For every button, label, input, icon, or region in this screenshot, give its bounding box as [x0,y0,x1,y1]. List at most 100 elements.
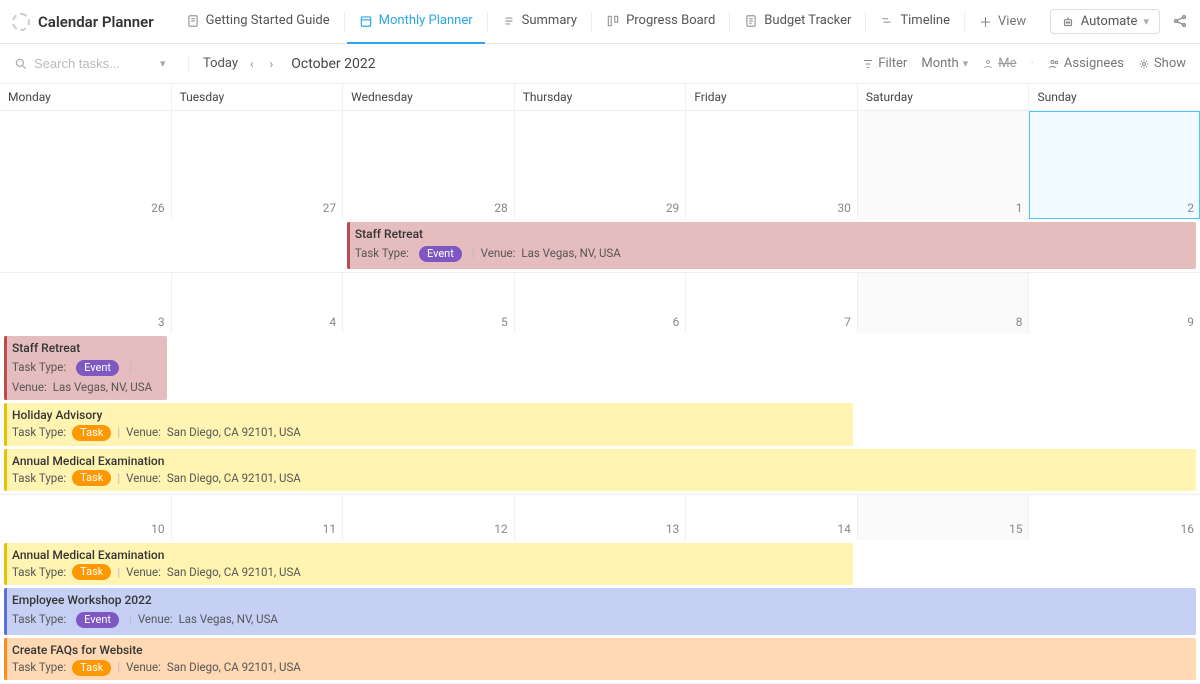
venue-label: Venue: [126,470,161,487]
tab-getting-started[interactable]: Getting Started Guide [174,0,342,44]
task-type-pill: Event [76,612,119,628]
day-cell[interactable]: 28 [343,111,515,219]
venue-value: Las Vegas, NV, USA [53,379,152,396]
day-header-row: Monday Tuesday Wednesday Thursday Friday… [0,84,1200,111]
automate-button[interactable]: Automate ▾ [1050,9,1160,34]
tab-label: Getting Started Guide [206,13,330,28]
day-cell-today[interactable]: 2 [1029,111,1200,219]
day-cell[interactable]: 26 [0,111,172,219]
app-title: Calendar Planner [38,13,154,31]
day-cell[interactable]: 7 [686,273,858,333]
calendar-icon [359,14,373,28]
calendar-week: 3 4 5 6 7 8 9 Staff Retreat Task Type: E… [0,273,1200,495]
tab-summary[interactable]: Summary [490,0,589,44]
tab-label: Timeline [900,13,950,28]
add-view-button[interactable]: ＋ View [967,12,1038,31]
day-header: Tuesday [172,84,344,110]
task-type-label: Task Type: [12,564,66,581]
day-cell[interactable]: 4 [172,273,344,333]
tab-separator [487,12,488,32]
meta-separator: | [117,564,120,581]
day-header: Saturday [858,84,1030,110]
day-cell[interactable]: 5 [343,273,515,333]
tab-separator [729,12,730,32]
chevron-down-icon[interactable]: ▾ [160,57,166,70]
event-title: Staff Retreat [12,341,80,355]
board-icon [606,14,620,28]
sheet-icon [744,14,758,28]
event-annual-medical[interactable]: Annual Medical Examination Task Type: Ta… [4,543,853,585]
me-filter-button[interactable]: Me [982,56,1016,71]
event-staff-retreat[interactable]: Staff Retreat Task Type: Event | Venue: … [4,336,167,400]
day-number: 28 [494,201,508,215]
day-number: 4 [329,315,336,329]
timeline-icon [880,14,894,28]
meta-separator: | [117,424,120,441]
event-staff-retreat[interactable]: Staff Retreat Task Type: Event | Venue: … [347,222,1196,269]
show-label: Show [1154,56,1186,71]
doc-icon [186,14,200,28]
day-cell[interactable]: 14 [686,495,858,540]
day-number: 6 [673,315,680,329]
month-dropdown[interactable]: Month ▾ [921,56,968,71]
day-cell[interactable]: 15 [858,495,1030,540]
app-logo-icon [12,13,30,31]
day-cell[interactable]: 3 [0,273,172,333]
current-month-label: October 2022 [291,56,375,72]
day-cell[interactable]: 9 [1029,273,1200,333]
calendar-week: 26 27 28 29 30 1 2 Staff Retreat Task Ty… [0,111,1200,273]
event-create-faqs[interactable]: Create FAQs for Website Task Type: Task … [4,638,1196,680]
next-month-button[interactable]: › [266,57,278,71]
tab-budget-tracker[interactable]: Budget Tracker [732,0,863,44]
calendar-week: 10 11 12 13 14 15 16 Annual Medical Exam… [0,495,1200,684]
day-number: 12 [494,522,508,536]
venue-value: San Diego, CA 92101, USA [167,470,301,487]
day-number: 5 [501,315,508,329]
task-type-label: Task Type: [12,659,66,676]
event-annual-medical[interactable]: Annual Medical Examination Task Type: Ta… [4,449,1196,491]
venue-label: Venue: [481,245,516,262]
share-button[interactable] [1172,13,1190,31]
day-cell[interactable]: 29 [515,111,687,219]
day-cell[interactable]: 27 [172,111,344,219]
day-number: 29 [666,201,680,215]
show-button[interactable]: Show [1138,56,1186,71]
search-input[interactable] [34,56,154,71]
day-number: 15 [1009,522,1023,536]
event-employee-workshop[interactable]: Employee Workshop 2022 Task Type: Event … [4,588,1196,635]
venue-label: Venue: [126,424,161,441]
chevron-down-icon: ▾ [1143,15,1149,28]
day-cell[interactable]: 13 [515,495,687,540]
tab-progress-board[interactable]: Progress Board [594,0,727,44]
meta-separator: | [117,470,120,487]
day-cell[interactable]: 30 [686,111,858,219]
day-number: 16 [1181,522,1195,536]
day-cell[interactable]: 12 [343,495,515,540]
today-button[interactable]: Today [203,56,238,71]
day-cell[interactable]: 10 [0,495,172,540]
day-number: 13 [666,522,680,536]
assignees-button[interactable]: Assignees [1048,56,1124,71]
calendar-grid: Monday Tuesday Wednesday Thursday Friday… [0,84,1200,684]
task-type-label: Task Type: [12,424,66,441]
day-cell[interactable]: 1 [858,111,1030,219]
prev-month-button[interactable]: ‹ [246,57,258,71]
day-number: 8 [1016,315,1023,329]
meta-separator: | [129,359,132,376]
day-cell[interactable]: 16 [1029,495,1200,540]
day-cell[interactable]: 6 [515,273,687,333]
tab-separator [865,12,866,32]
toolbar-right: Filter Month ▾ Me · Assignees Show [862,56,1186,71]
people-icon [1048,58,1060,70]
venue-label: Venue: [12,379,47,396]
task-type-pill: Task [72,564,111,580]
filter-button[interactable]: Filter [862,56,907,71]
tab-monthly-planner[interactable]: Monthly Planner [347,0,485,44]
day-cell[interactable]: 11 [172,495,344,540]
event-holiday-advisory[interactable]: Holiday Advisory Task Type: Task | Venue… [4,403,853,445]
tab-timeline[interactable]: Timeline [868,0,962,44]
day-cell[interactable]: 8 [858,273,1030,333]
calendar-toolbar: ▾ Today ‹ › October 2022 Filter Month ▾ … [0,44,1200,84]
day-number: 7 [844,315,851,329]
tab-separator [964,12,965,32]
